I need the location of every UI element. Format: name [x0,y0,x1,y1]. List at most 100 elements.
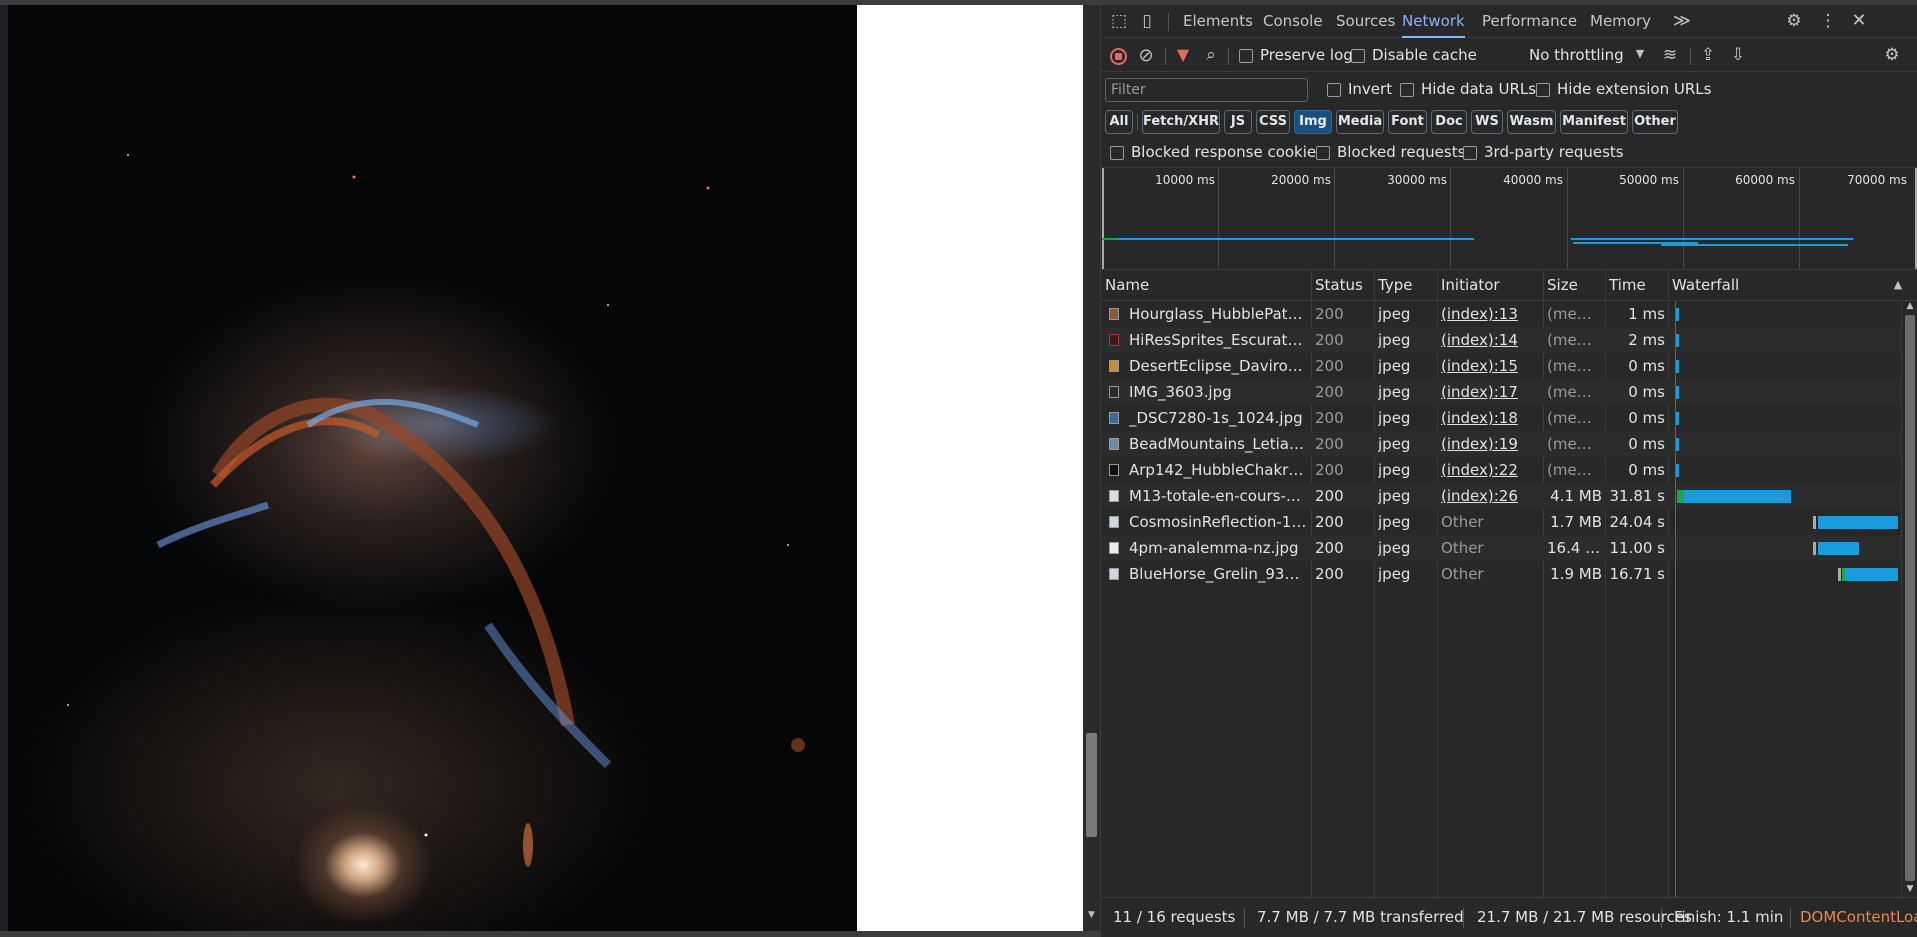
column-header-status[interactable]: Status [1311,270,1363,301]
more-options-icon[interactable]: ⋮ [1819,11,1837,31]
type-filter-doc[interactable]: Doc [1431,110,1467,134]
close-devtools-icon[interactable]: ✕ [1849,10,1869,31]
settings-gear-icon[interactable]: ⚙ [1783,11,1805,31]
inspect-element-icon[interactable]: ⬚ [1109,11,1129,31]
type-filter-ws[interactable]: WS [1471,110,1503,134]
network-settings-icon[interactable]: ⚙ [1881,45,1903,65]
table-row[interactable]: DesertEclipse_Daviron_2... 200 jpeg (ind… [1101,353,1901,379]
page-scrollbar[interactable]: ▼ [1083,5,1100,931]
table-row[interactable]: Hourglass_HubblePatha... 200 jpeg (index… [1101,301,1901,327]
column-header-type[interactable]: Type [1374,270,1412,301]
blocked-requests-checkbox[interactable] [1316,146,1330,160]
requests-table: Name Status Type Initiator Size Time Wat… [1101,270,1917,897]
request-size: (mem... [1547,383,1602,401]
hide-data-urls-checkbox[interactable] [1400,83,1414,97]
overview-tick-label: 50000 ms [1619,173,1679,187]
request-time: 16.71 s [1609,565,1665,583]
tab-network[interactable]: Network [1402,5,1465,38]
waterfall-bar [1818,516,1898,529]
toolbar-divider [1690,47,1691,65]
disable-cache-checkbox[interactable] [1351,49,1365,63]
scroll-down-arrow-icon[interactable]: ▼ [1904,884,1916,894]
request-initiator-link[interactable]: (index):14 [1441,327,1539,353]
tab-memory[interactable]: Memory [1590,5,1651,38]
sort-ascending-icon[interactable]: ▲ [1891,278,1905,291]
filter-input[interactable] [1105,78,1308,102]
column-header-name[interactable]: Name [1101,270,1149,301]
blocked-response-cookies-checkbox[interactable] [1110,146,1124,160]
export-har-icon[interactable]: ⇩ [1728,45,1748,65]
throttling-select[interactable]: No throttling [1529,46,1624,64]
scroll-up-arrow-icon[interactable]: ▲ [1904,301,1916,311]
request-initiator-link[interactable]: (index):17 [1441,379,1539,405]
request-status: 200 [1315,357,1344,375]
request-initiator-link[interactable]: (index):15 [1441,353,1539,379]
overview-gridline [1567,168,1568,269]
clear-icon[interactable]: ⊘ [1135,45,1157,66]
overview-start-handle[interactable] [1102,168,1104,269]
table-row[interactable]: HiResSprites_Escurat_30... 200 jpeg (ind… [1101,327,1901,353]
request-name: DesertEclipse_Daviron_2... [1129,357,1309,375]
type-filter-other[interactable]: Other [1632,110,1678,134]
network-overview-timeline[interactable]: 10000 ms 20000 ms 30000 ms 40000 ms 5000… [1101,168,1917,270]
filter-funnel-icon[interactable]: ▼ [1173,45,1193,64]
request-name: _DSC7280-1s_1024.jpg [1129,409,1303,427]
table-row[interactable]: 4pm-analemma-nz.jpg 200 jpeg Other 16.4 … [1101,535,1901,561]
type-filter-js[interactable]: JS [1224,110,1252,134]
overview-tick-label: 60000 ms [1735,173,1795,187]
tab-elements[interactable]: Elements [1183,5,1253,38]
request-initiator-link[interactable]: (index):19 [1441,431,1539,457]
column-header-waterfall[interactable]: Waterfall [1668,270,1739,301]
import-har-icon[interactable]: ⇪ [1698,45,1718,65]
toolbar-divider [1228,47,1229,65]
request-size: 16.4 kB [1547,539,1602,557]
type-filter-fetch-xhr[interactable]: Fetch/XHR [1142,110,1220,134]
type-filter-img[interactable]: Img [1294,110,1332,134]
invert-checkbox[interactable] [1327,83,1341,97]
third-party-requests-checkbox[interactable] [1463,146,1477,160]
type-filter-css[interactable]: CSS [1256,110,1290,134]
type-filter-all[interactable]: All [1105,110,1133,134]
preserve-log-checkbox[interactable] [1239,49,1253,63]
preserve-log-label: Preserve log [1260,46,1353,64]
page-viewport [0,5,1083,931]
tab-sources[interactable]: Sources [1336,5,1395,38]
table-row[interactable]: Arp142_HubbleChakrab... 200 jpeg (index)… [1101,457,1901,483]
type-filter-divider [1137,114,1138,130]
tab-performance[interactable]: Performance [1482,5,1577,38]
column-header-time[interactable]: Time [1605,270,1646,301]
search-icon[interactable]: ⌕ [1201,45,1221,65]
table-row[interactable]: _DSC7280-1s_1024.jpg 200 jpeg (index):18… [1101,405,1901,431]
tab-console[interactable]: Console [1263,5,1323,38]
table-row[interactable]: M13-totale-en-cours-cr... 200 jpeg (inde… [1101,483,1901,509]
column-header-initiator[interactable]: Initiator [1437,270,1500,301]
request-type: jpeg [1378,513,1411,531]
request-initiator-link[interactable]: (index):26 [1441,483,1539,509]
record-stop-icon[interactable] [1110,48,1127,65]
type-filter-media[interactable]: Media [1336,110,1384,134]
page-scroll-thumb[interactable] [1086,733,1097,837]
scroll-down-arrow-icon[interactable]: ▼ [1086,910,1097,922]
table-row[interactable]: BeadMountains_Letian_3... 200 jpeg (inde… [1101,431,1901,457]
device-toolbar-icon[interactable]: ▯ [1136,11,1158,31]
table-scrollbar[interactable]: ▲ ▼ [1901,301,1917,897]
request-initiator-link[interactable]: (index):22 [1441,457,1539,483]
overview-gridline [1799,168,1800,269]
table-row[interactable]: CosmosinReflection-1.jpg 200 jpeg Other … [1101,509,1901,535]
chevron-down-icon[interactable]: ▼ [1633,47,1647,60]
table-scroll-thumb[interactable] [1905,315,1915,881]
request-initiator-link[interactable]: (index):18 [1441,405,1539,431]
request-initiator-link[interactable]: (index):13 [1441,301,1539,327]
table-row[interactable]: IMG_3603.jpg 200 jpeg (index):17 (mem...… [1101,379,1901,405]
more-tabs-icon[interactable]: ≫ [1673,5,1691,38]
table-row[interactable]: BlueHorse_Grelin_9342.j... 200 jpeg Othe… [1101,561,1901,587]
type-filter-wasm[interactable]: Wasm [1507,110,1556,134]
type-filter-font[interactable]: Font [1388,110,1427,134]
hide-extension-urls-checkbox[interactable] [1536,83,1550,97]
network-conditions-icon[interactable]: ≋ [1659,45,1681,65]
type-filter-manifest[interactable]: Manifest [1560,110,1628,134]
column-header-size[interactable]: Size [1543,270,1578,301]
overview-bar [1571,238,1853,240]
stop-square-icon [1115,53,1122,60]
toolbar-divider [1165,47,1166,65]
